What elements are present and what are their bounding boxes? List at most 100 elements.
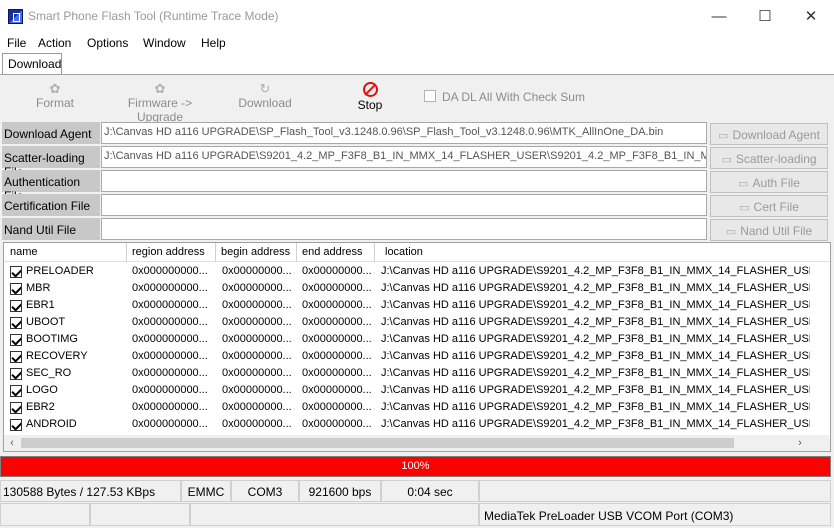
menu-options[interactable]: Options xyxy=(87,36,128,50)
row-region: 0x000000000... xyxy=(132,384,208,396)
row-region: 0x000000000... xyxy=(132,350,208,362)
tab-strip: Download xyxy=(0,53,834,75)
nand-util-button-label: Nand Util File xyxy=(740,224,813,238)
row-end: 0x00000000... xyxy=(302,384,372,396)
row-checkbox[interactable] xyxy=(10,266,22,278)
download-button[interactable]: ↻ Download xyxy=(238,82,292,111)
column-header-location[interactable]: location xyxy=(385,246,423,258)
scatter-loading-label: Scatter-loading File xyxy=(2,146,100,179)
menu-window[interactable]: Window xyxy=(143,36,186,50)
status-time: 0:04 sec xyxy=(381,480,479,502)
download-agent-field[interactable]: J:\Canvas HD a116 UPGRADE\SP_Flash_Tool_… xyxy=(101,122,707,144)
close-button[interactable]: ✕ xyxy=(788,0,834,33)
row-name: LOGO xyxy=(26,384,58,396)
scroll-right-icon[interactable]: › xyxy=(793,436,807,450)
table-row[interactable]: UBOOT 0x000000000... 0x00000000... 0x000… xyxy=(4,314,830,331)
row-name: MBR xyxy=(26,282,51,294)
row-checkbox[interactable] xyxy=(10,317,22,329)
tab-download[interactable]: Download xyxy=(2,53,62,75)
table-row[interactable]: EBR2 0x000000000... 0x00000000... 0x0000… xyxy=(4,399,830,416)
cert-file-field[interactable] xyxy=(101,194,707,216)
row-checkbox[interactable] xyxy=(10,368,22,380)
scatter-loading-button-label: Scatter-loading xyxy=(735,152,817,166)
scatter-loading-button[interactable]: ▭ Scatter-loading xyxy=(710,147,828,169)
column-header-region[interactable]: region address xyxy=(132,246,205,258)
row-region: 0x000000000... xyxy=(132,299,208,311)
column-separator[interactable] xyxy=(374,243,375,262)
row-checkbox[interactable] xyxy=(10,385,22,397)
cert-file-button[interactable]: ▭ Cert File xyxy=(710,195,828,217)
row-location: J:\Canvas HD a116 UPGRADE\S9201_4.2_MP_F… xyxy=(381,367,810,379)
row-checkbox[interactable] xyxy=(10,402,22,414)
row-location: J:\Canvas HD a116 UPGRADE\S9201_4.2_MP_F… xyxy=(381,384,810,396)
scroll-left-icon[interactable]: ‹ xyxy=(5,436,19,450)
table-row[interactable]: SEC_RO 0x000000000... 0x00000000... 0x00… xyxy=(4,365,830,382)
row-begin: 0x00000000... xyxy=(222,316,292,328)
row-checkbox[interactable] xyxy=(10,300,22,312)
row-begin: 0x00000000... xyxy=(222,418,292,430)
row-checkbox[interactable] xyxy=(10,334,22,346)
row-region: 0x000000000... xyxy=(132,282,208,294)
folder-icon: ▭ xyxy=(739,202,750,214)
column-separator[interactable] xyxy=(296,243,297,262)
status-baud: 921600 bps xyxy=(299,480,381,502)
format-icon: ✿ xyxy=(49,81,61,96)
cert-file-label: Certification File xyxy=(2,194,100,216)
row-name: UBOOT xyxy=(26,316,66,328)
download-agent-label: Download Agent xyxy=(2,122,100,144)
row-checkbox[interactable] xyxy=(10,351,22,363)
row-checkbox[interactable] xyxy=(10,419,22,431)
window-title: Smart Phone Flash Tool (Runtime Trace Mo… xyxy=(28,9,279,23)
da-dl-checksum-checkbox[interactable] xyxy=(424,90,436,102)
folder-icon: ▭ xyxy=(725,226,737,238)
scatter-loading-field[interactable]: J:\Canvas HD a116 UPGRADE\S9201_4.2_MP_F… xyxy=(101,146,707,168)
menu-action[interactable]: Action xyxy=(38,36,71,50)
column-header-begin[interactable]: begin address xyxy=(221,246,290,258)
column-header-name[interactable]: name xyxy=(10,246,38,258)
nand-util-button[interactable]: ▭ Nand Util File xyxy=(710,219,828,241)
column-separator[interactable] xyxy=(215,243,216,262)
status-empty xyxy=(479,480,831,502)
auth-file-button[interactable]: ▭ Auth File xyxy=(710,171,828,193)
nand-util-label: Nand Util File xyxy=(2,218,100,240)
row-end: 0x00000000... xyxy=(302,418,372,430)
maximize-button[interactable]: ☐ xyxy=(742,0,788,33)
row-name: SEC_RO xyxy=(26,367,72,379)
horizontal-scrollbar[interactable]: ‹ › xyxy=(4,435,830,451)
cert-file-button-label: Cert File xyxy=(753,200,799,214)
table-row[interactable]: EBR1 0x000000000... 0x00000000... 0x0000… xyxy=(4,297,830,314)
partition-table: name region address begin address end ad… xyxy=(3,242,831,452)
status-cell xyxy=(90,503,190,526)
row-end: 0x00000000... xyxy=(302,265,372,277)
row-begin: 0x00000000... xyxy=(222,384,292,396)
download-agent-button[interactable]: ▭ Download Agent xyxy=(710,123,828,145)
table-row[interactable]: BOOTIMG 0x000000000... 0x00000000... 0x0… xyxy=(4,331,830,348)
table-row[interactable]: ANDROID 0x000000000... 0x00000000... 0x0… xyxy=(4,416,830,433)
row-end: 0x00000000... xyxy=(302,350,372,362)
row-region: 0x000000000... xyxy=(132,418,208,430)
progress-bar: 100% xyxy=(0,456,831,477)
nand-util-field[interactable] xyxy=(101,218,707,240)
scrollbar-thumb[interactable] xyxy=(21,438,734,448)
menu-help[interactable]: Help xyxy=(201,36,226,50)
column-separator[interactable] xyxy=(126,243,127,262)
status-device: MediaTek PreLoader USB VCOM Port (COM3) xyxy=(479,503,831,526)
row-region: 0x000000000... xyxy=(132,333,208,345)
row-checkbox[interactable] xyxy=(10,283,22,295)
minimize-button[interactable]: — xyxy=(696,0,742,33)
column-header-end[interactable]: end address xyxy=(302,246,363,258)
firmware-upgrade-button[interactable]: ✿ Firmware -> Upgrade xyxy=(108,81,212,125)
table-row[interactable]: PRELOADER 0x000000000... 0x00000000... 0… xyxy=(4,263,830,280)
stop-button[interactable]: Stop xyxy=(354,82,386,112)
menu-file[interactable]: File xyxy=(7,36,26,50)
row-name: EBR1 xyxy=(26,299,55,311)
row-location: J:\Canvas HD a116 UPGRADE\S9201_4.2_MP_F… xyxy=(381,316,810,328)
format-button[interactable]: ✿ Format xyxy=(34,81,76,111)
table-row[interactable]: LOGO 0x000000000... 0x00000000... 0x0000… xyxy=(4,382,830,399)
da-dl-checksum-label: DA DL All With Check Sum xyxy=(442,90,585,104)
auth-file-field[interactable] xyxy=(101,170,707,192)
table-row[interactable]: MBR 0x000000000... 0x00000000... 0x00000… xyxy=(4,280,830,297)
firmware-upgrade-icon: ✿ xyxy=(154,81,166,96)
status-storage: EMMC xyxy=(181,480,231,502)
table-row[interactable]: RECOVERY 0x000000000... 0x00000000... 0x… xyxy=(4,348,830,365)
